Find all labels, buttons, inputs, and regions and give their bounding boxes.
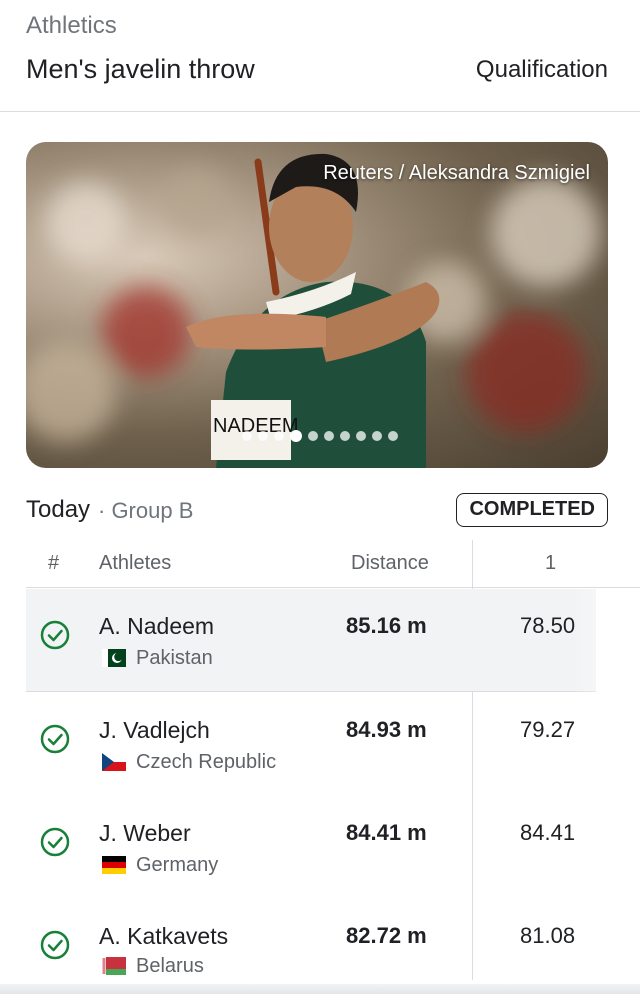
athlete-country: Belarus: [136, 955, 204, 977]
session-group: · Group B: [98, 498, 194, 523]
carousel-dot[interactable]: [308, 431, 318, 441]
carousel-dot[interactable]: [356, 431, 366, 441]
athlete-country: Germany: [136, 854, 219, 876]
carousel-dot[interactable]: [290, 430, 302, 442]
best-distance: 84.93 m: [346, 717, 427, 742]
attempt-1-value: 78.50: [520, 613, 576, 638]
table-header: # Athletes Distance 1: [26, 540, 640, 588]
table-row[interactable]: J. Weber Germany 84.41 m 84.41: [26, 796, 596, 899]
athlete-photo-carousel[interactable]: NADEEM Reuters / Aleksandra Szmigiel: [26, 142, 608, 468]
qualified-check-icon: [40, 724, 70, 754]
status-badge: COMPLETED: [456, 493, 608, 527]
photo-credit: Reuters / Aleksandra Szmigiel: [323, 162, 590, 184]
phase-selector[interactable]: Qualification: [476, 56, 608, 84]
event-title: Men's javelin throw: [26, 54, 255, 84]
belarus-flag-icon: [102, 957, 126, 975]
carousel-dot[interactable]: [372, 431, 382, 441]
session-header: Today · Group B COMPLETED: [0, 490, 640, 530]
carousel-dot[interactable]: [324, 431, 334, 441]
athlete-country: Pakistan: [136, 647, 213, 669]
attempt-1-value: 84.41: [520, 820, 576, 845]
athletes-column-header: Athletes: [99, 552, 172, 574]
qualified-check-icon: [40, 827, 70, 857]
attempt-1-value: 79.27: [520, 717, 576, 742]
carousel-dot[interactable]: [340, 431, 350, 441]
sport-label[interactable]: Athletics: [26, 12, 117, 40]
athlete-name: J. Weber: [99, 820, 191, 846]
best-distance: 84.41 m: [346, 820, 427, 845]
athlete-country: Czech Republic: [136, 751, 277, 773]
carousel-indicator: [242, 430, 398, 442]
best-distance: 85.16 m: [346, 613, 427, 638]
czech-flag-icon: [102, 753, 126, 771]
athlete-name: J. Vadlejch: [99, 717, 210, 743]
carousel-dot[interactable]: [258, 431, 268, 441]
germany-flag-icon: [102, 856, 126, 874]
carousel-dot[interactable]: [274, 431, 284, 441]
best-distance: 82.72 m: [346, 923, 427, 948]
pakistan-flag-icon: [102, 649, 126, 667]
table-row[interactable]: J. Vadlejch Czech Republic 84.93 m 79.27: [26, 693, 596, 796]
table-row[interactable]: A. Nadeem Pakistan 85.16 m 78.50: [26, 589, 596, 692]
carousel-dot[interactable]: [388, 431, 398, 441]
session-day: Today: [26, 496, 91, 523]
attempt-column-header: 1: [545, 552, 557, 574]
attempt-1-value: 81.08: [520, 923, 576, 948]
qualified-check-icon: [40, 930, 70, 960]
distance-column-header: Distance: [351, 552, 429, 574]
event-header: Athletics Men's javelin throw Qualificat…: [0, 0, 640, 112]
athlete-name: A. Nadeem: [99, 613, 215, 639]
table-row[interactable]: A. Katkavets Belarus 82.72 m 81.08: [26, 899, 596, 994]
athlete-name: A. Katkavets: [99, 923, 229, 949]
athlete-photo: NADEEM: [26, 153, 601, 468]
rank-column-header: #: [48, 552, 60, 574]
bottom-edge: [0, 984, 640, 994]
qualified-check-icon: [40, 620, 70, 650]
horizontal-scroll-fade: [572, 588, 640, 988]
carousel-dot[interactable]: [242, 431, 252, 441]
